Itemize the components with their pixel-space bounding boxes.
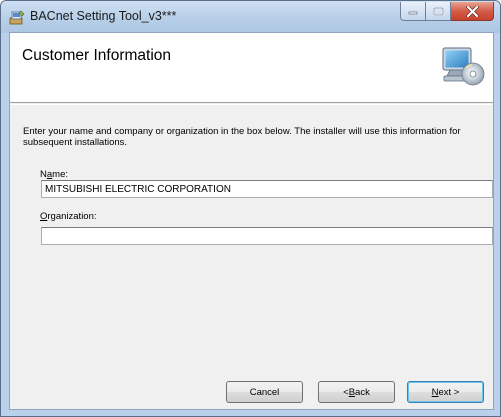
close-icon [465,5,479,17]
back-button[interactable]: < Back [318,381,395,403]
header-banner: Customer Information [10,33,493,103]
close-button[interactable] [451,2,494,21]
cancel-label: Cancel [249,386,280,398]
name-label-pre: N [40,169,47,180]
name-input[interactable] [41,180,493,198]
minimize-button[interactable] [400,2,426,21]
title-bar[interactable]: BACnet Setting Tool_v3*** [1,1,500,33]
organization-label: Organization: [40,211,97,222]
window-title: BACnet Setting Tool_v3*** [30,9,177,23]
name-label: Name: [40,169,68,180]
dialog-client-area: Customer Information Enter your name and… [9,32,494,410]
maximize-button[interactable] [426,2,451,21]
next-label-accel: N [431,386,439,398]
next-button[interactable]: Next > [407,381,484,403]
computer-cd-icon [442,47,485,86]
banner-divider [10,104,493,105]
installer-window: BACnet Setting Tool_v3*** Customer Infor… [0,0,501,417]
maximize-icon [432,6,444,16]
back-label-post: ack [355,386,370,398]
minimize-icon [408,11,418,15]
caption-buttons [400,2,494,22]
organization-label-post: rganization: [47,211,97,222]
organization-input[interactable] [41,227,493,245]
cancel-button[interactable]: Cancel [226,381,303,403]
intro-text: Enter your name and company or organizat… [23,126,461,148]
installer-app-icon [9,10,25,25]
name-label-post: me: [52,169,69,180]
page-title: Customer Information [22,47,172,64]
next-label-post: ext > [438,386,460,398]
